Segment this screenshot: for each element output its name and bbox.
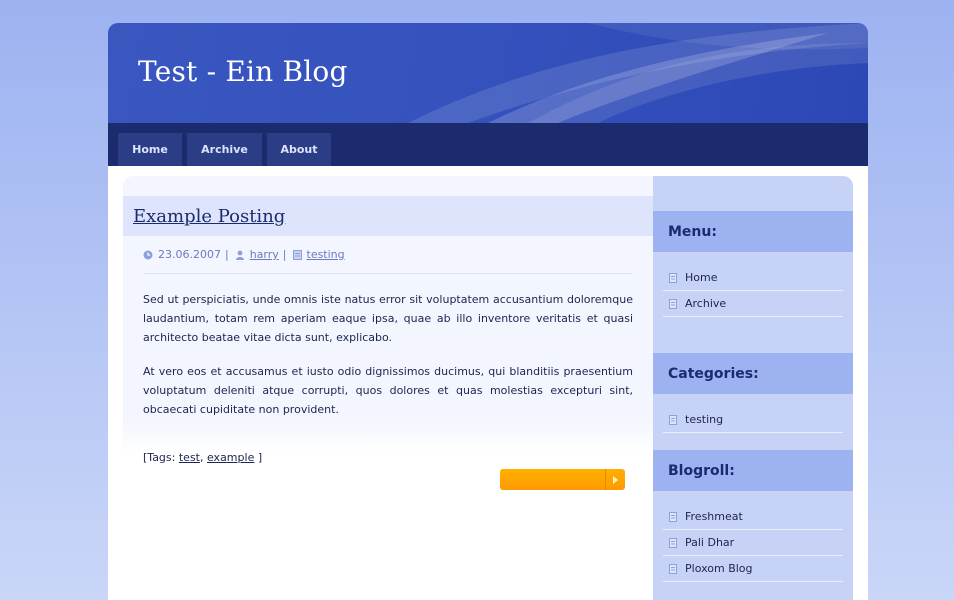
tag-link-test[interactable]: test (179, 451, 200, 464)
page-icon (669, 563, 677, 574)
sidebar-item-pali-dhar[interactable]: Pali Dhar (663, 530, 843, 556)
sidebar-categories-list: testing (663, 407, 843, 433)
post-title-bar: Example Posting (123, 196, 653, 236)
page-icon (669, 272, 677, 283)
meta-divider (143, 273, 633, 274)
sidebar-item-label: Freshmeat (685, 510, 743, 523)
main-column: Example Posting 23.06.2007 | harry | tes… (123, 176, 653, 600)
sidebar-heading-menu: Menu: (653, 211, 853, 252)
post-tags: [Tags: test, example ] (143, 451, 263, 464)
tags-prefix: [Tags: (143, 451, 179, 464)
post-title-link[interactable]: Example Posting (133, 206, 285, 227)
sidebar-item-label: Archive (685, 297, 727, 310)
page-icon (669, 414, 677, 425)
post-paragraph: Sed ut perspiciatis, unde omnis iste nat… (143, 293, 633, 344)
sidebar-item-label: testing (685, 413, 724, 426)
nav-tab-about[interactable]: About (267, 133, 331, 166)
nav-bar: Home Archive About (108, 123, 868, 166)
sidebar-item-archive[interactable]: Archive (663, 291, 843, 317)
post-meta: 23.06.2007 | harry | testing (143, 248, 633, 261)
sidebar-heading-categories: Categories: (653, 353, 853, 394)
user-icon (235, 250, 245, 260)
sidebar-item-freshmeat[interactable]: Freshmeat (663, 504, 843, 530)
nav-tab-archive[interactable]: Archive (187, 133, 262, 166)
sidebar-item-home[interactable]: Home (663, 265, 843, 291)
post-body: Sed ut perspiciatis, unde omnis iste nat… (143, 290, 633, 419)
page: Test - Ein Blog Home Archive About Examp… (108, 23, 868, 600)
tags-suffix: ] (254, 451, 263, 464)
clock-icon (143, 250, 153, 260)
content-area: Example Posting 23.06.2007 | harry | tes… (108, 166, 868, 600)
post-category-link[interactable]: testing (307, 248, 345, 261)
page-icon (669, 298, 677, 309)
site-title: Test - Ein Blog (138, 55, 348, 88)
category-icon (292, 249, 302, 260)
sidebar-item-label: Home (685, 271, 718, 284)
sidebar-blogroll-list: Freshmeat Pali Dhar Ploxom Blog (663, 504, 843, 582)
read-more-button[interactable] (500, 469, 625, 490)
sidebar: Menu: Home Archive Categories: testing B… (653, 176, 853, 600)
page-icon (669, 537, 677, 548)
sidebar-item-testing[interactable]: testing (663, 407, 843, 433)
nav-tab-home[interactable]: Home (118, 133, 182, 166)
post-author-link[interactable]: harry (250, 248, 279, 261)
meta-separator: | (224, 248, 229, 261)
sidebar-heading-blogroll: Blogroll: (653, 450, 853, 491)
post-paragraph: At vero eos et accusamus et iusto odio d… (143, 365, 633, 416)
meta-separator: | (282, 248, 287, 261)
post-date: 23.06.2007 (158, 248, 221, 261)
site-header: Test - Ein Blog (108, 23, 868, 123)
sidebar-item-label: Ploxom Blog (685, 562, 753, 575)
tag-link-example[interactable]: example (207, 451, 254, 464)
sidebar-item-label: Pali Dhar (685, 536, 735, 549)
arrow-right-icon (605, 469, 625, 490)
sidebar-menu-list: Home Archive (663, 265, 843, 317)
sidebar-item-ploxom-blog[interactable]: Ploxom Blog (663, 556, 843, 582)
page-icon (669, 511, 677, 522)
